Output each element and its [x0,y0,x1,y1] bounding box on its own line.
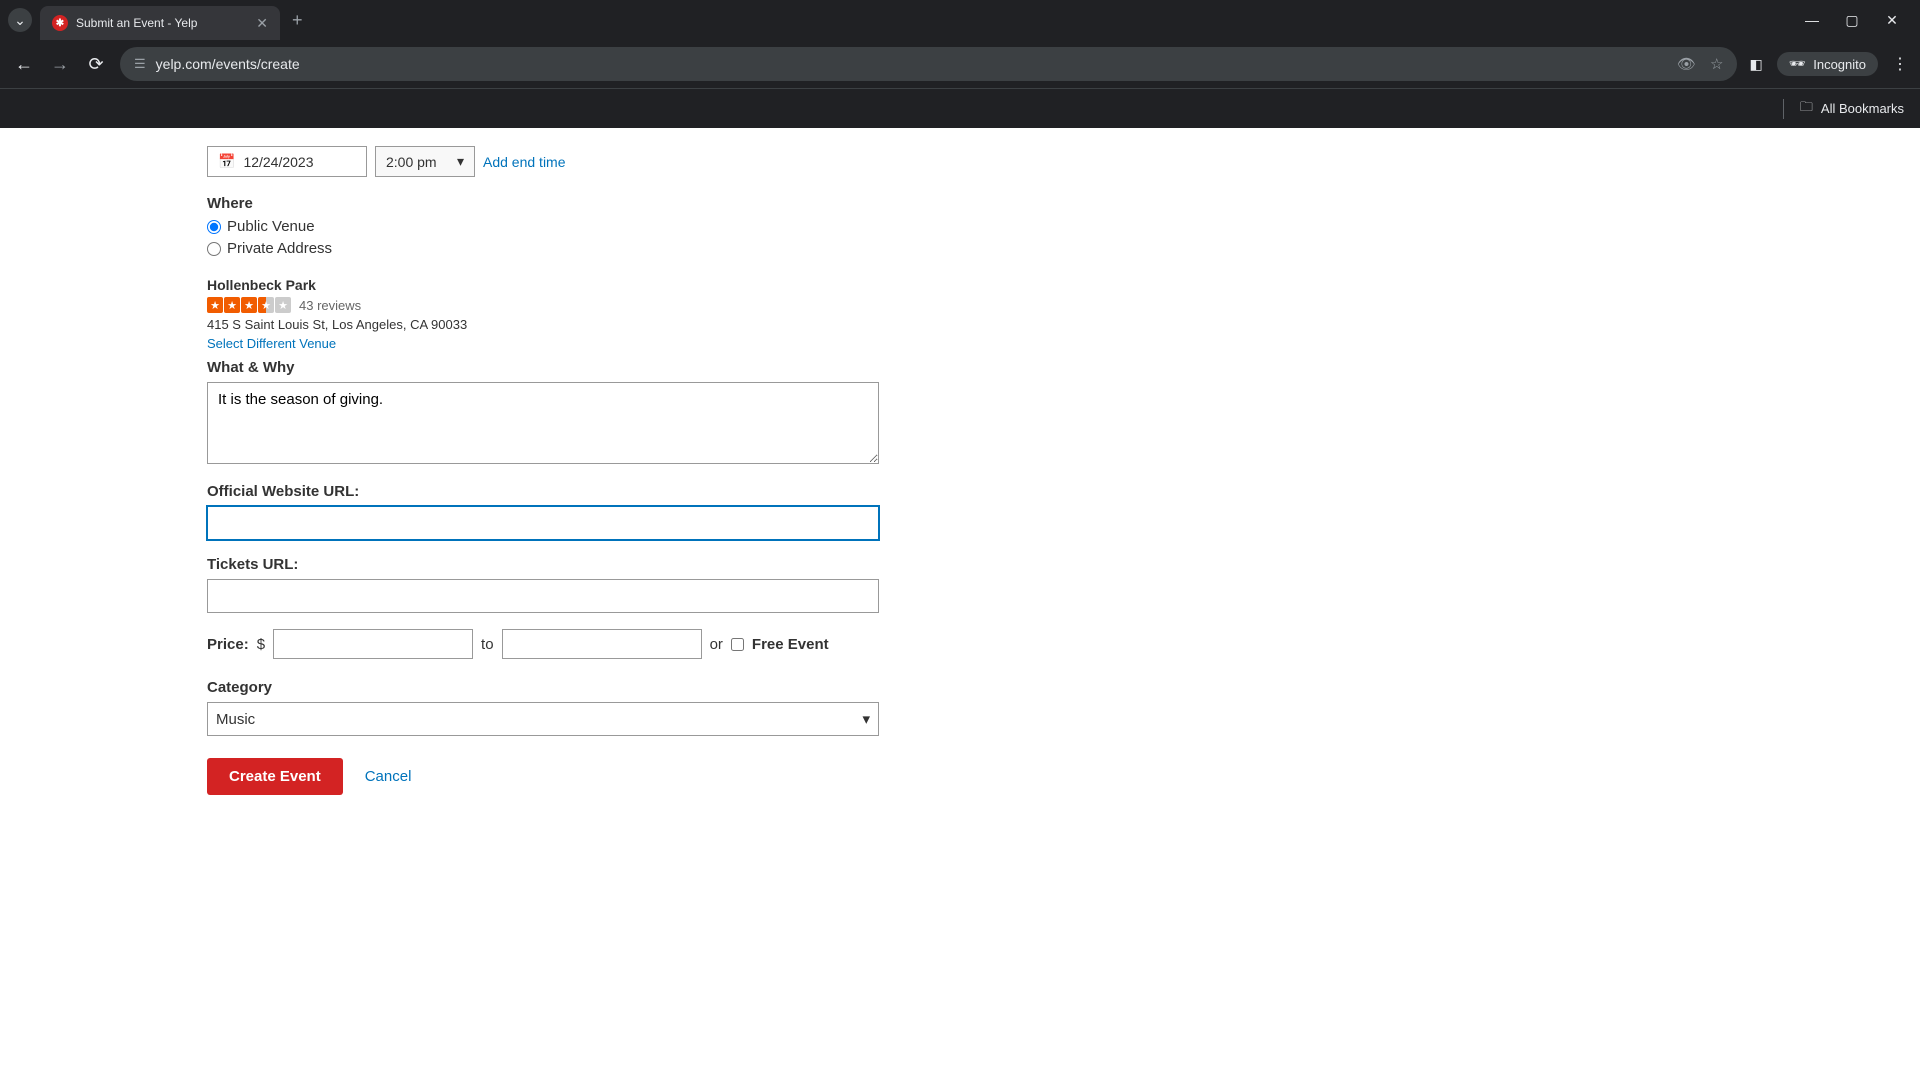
public-venue-option[interactable]: Public Venue [207,218,1107,235]
url-box[interactable]: ☰ yelp.com/events/create 👁 ☆ [120,47,1737,81]
datetime-row: 📅 12/24/2023 2:00 pm ▾ Add end time [207,146,1107,177]
public-venue-radio[interactable] [207,220,221,234]
reload-button[interactable]: ⟳ [84,54,108,75]
incognito-label: Incognito [1813,57,1866,72]
browser-chrome: ⌄ ✱ Submit an Event - Yelp ✕ + ― ▢ ✕ ← →… [0,0,1920,128]
new-tab-button[interactable]: + [280,10,315,31]
cancel-link[interactable]: Cancel [365,768,412,785]
side-panel-icon[interactable]: ◧ [1749,56,1762,73]
all-bookmarks-label: All Bookmarks [1821,101,1904,116]
time-select[interactable]: 2:00 pm ▾ [375,146,475,177]
venue-block: Hollenbeck Park ★ ★ ★ ★ ★ 43 reviews 415… [207,277,1107,351]
price-label: Price: [207,636,249,653]
free-event-checkbox[interactable] [731,638,744,651]
incognito-indicator[interactable]: 🕶 Incognito [1777,52,1878,76]
tickets-url-label: Tickets URL: [207,556,1107,573]
venue-address: 415 S Saint Louis St, Los Angeles, CA 90… [207,317,1107,332]
price-or-label: or [710,636,723,653]
tab-search-dropdown[interactable]: ⌄ [8,8,32,32]
private-address-option[interactable]: Private Address [207,240,1107,257]
back-button[interactable]: ← [12,54,36,75]
price-row: Price: $ to or Free Event [207,629,1107,659]
url-text: yelp.com/events/create [156,56,1667,72]
site-settings-icon[interactable]: ☰ [134,56,146,72]
select-different-venue-link[interactable]: Select Different Venue [207,336,336,351]
venue-name: Hollenbeck Park [207,277,1107,293]
page-viewport: 📅 12/24/2023 2:00 pm ▾ Add end time Wher… [0,128,1920,1080]
star-empty-icon: ★ [275,297,291,313]
bookmarks-bar: 🗀 All Bookmarks [0,88,1920,128]
where-label: Where [207,195,1107,212]
price-min-input[interactable] [273,629,473,659]
star-icon: ★ [241,297,257,313]
tab-bar: ⌄ ✱ Submit an Event - Yelp ✕ + ― ▢ ✕ [0,0,1920,40]
form-actions: Create Event Cancel [207,758,1107,795]
private-address-radio[interactable] [207,242,221,256]
date-value: 12/24/2023 [243,154,313,170]
add-end-time-link[interactable]: Add end time [483,154,566,170]
eye-off-icon[interactable]: 👁 [1677,55,1696,73]
star-half-icon: ★ [258,297,274,313]
folder-icon: 🗀 [1800,98,1813,120]
address-bar: ← → ⟳ ☰ yelp.com/events/create 👁 ☆ ◧ 🕶 I… [0,40,1920,88]
event-form: 📅 12/24/2023 2:00 pm ▾ Add end time Wher… [207,128,1107,855]
date-input[interactable]: 📅 12/24/2023 [207,146,367,177]
currency-symbol: $ [257,636,265,653]
free-event-label: Free Event [752,636,829,653]
yelp-favicon: ✱ [52,15,68,31]
chevron-down-icon: ▾ [862,710,870,728]
private-address-label: Private Address [227,240,332,257]
window-controls: ― ▢ ✕ [1804,12,1912,29]
tickets-url-input[interactable] [207,579,879,613]
category-select[interactable]: Music ▾ [207,702,879,736]
close-window-icon[interactable]: ✕ [1884,12,1900,29]
calendar-icon: 📅 [218,153,235,170]
star-rating: ★ ★ ★ ★ ★ [207,297,291,313]
official-url-input[interactable] [207,506,879,540]
browser-menu-icon[interactable]: ⋮ [1892,54,1908,74]
what-why-textarea[interactable] [207,382,879,464]
close-tab-icon[interactable]: ✕ [256,15,268,32]
create-event-button[interactable]: Create Event [207,758,343,795]
venue-rating-row: ★ ★ ★ ★ ★ 43 reviews [207,297,1107,313]
tab-title: Submit an Event - Yelp [76,16,248,30]
chevron-down-icon: ▾ [457,153,464,170]
official-url-label: Official Website URL: [207,483,1107,500]
bookmark-star-icon[interactable]: ☆ [1710,55,1723,73]
minimize-icon[interactable]: ― [1804,12,1820,29]
chevron-down-icon: ⌄ [14,12,26,29]
category-value: Music [216,711,255,728]
public-venue-label: Public Venue [227,218,315,235]
all-bookmarks-button[interactable]: 🗀 All Bookmarks [1800,98,1904,120]
browser-tab[interactable]: ✱ Submit an Event - Yelp ✕ [40,6,280,40]
price-max-input[interactable] [502,629,702,659]
price-to-label: to [481,636,494,653]
time-value: 2:00 pm [386,154,437,170]
star-icon: ★ [207,297,223,313]
maximize-icon[interactable]: ▢ [1844,12,1860,29]
category-label: Category [207,679,1107,696]
review-count: 43 reviews [299,298,361,313]
what-why-label: What & Why [207,359,1107,376]
forward-button[interactable]: → [48,54,72,75]
bookmarks-divider [1783,99,1784,119]
star-icon: ★ [224,297,240,313]
incognito-icon: 🕶 [1789,56,1806,72]
